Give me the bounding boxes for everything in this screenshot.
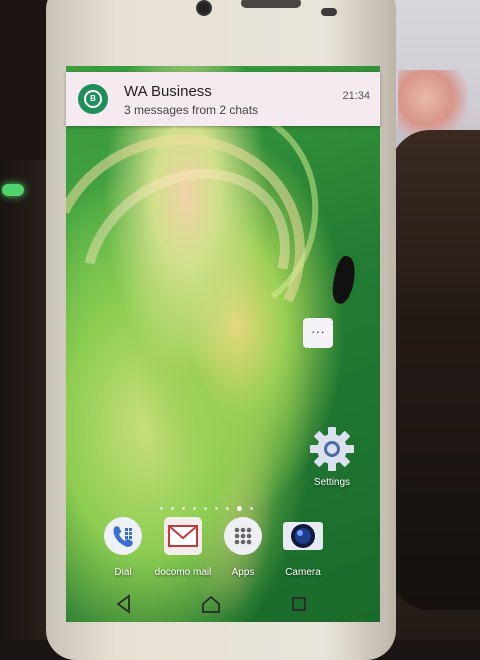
page-dot: [226, 506, 229, 510]
earpiece: [241, 0, 301, 8]
more-options-button[interactable]: ···: [303, 318, 333, 348]
dock-item-camera[interactable]: Camera: [268, 516, 338, 578]
wa-business-icon-letter: B: [84, 90, 102, 108]
notification-card[interactable]: B WA Business 3 messages from 2 chats 21…: [66, 72, 380, 126]
wa-business-icon: B: [78, 84, 108, 114]
recents-square-icon[interactable]: [287, 592, 311, 616]
page-dot: [160, 506, 163, 510]
phone-icon: [104, 517, 142, 555]
background-hand: [390, 130, 480, 610]
page-dot: [193, 506, 196, 510]
camera-icon: [283, 522, 323, 550]
home-icon[interactable]: [199, 592, 223, 616]
front-camera: [196, 0, 212, 16]
page-dot: [250, 506, 253, 510]
notification-message: 3 messages from 2 chats: [124, 103, 259, 117]
mail-icon: [164, 517, 202, 555]
notification-title: WA Business: [124, 83, 212, 100]
proximity-sensor: [321, 8, 337, 16]
page-dot: [204, 506, 207, 510]
page-dot: [182, 506, 185, 510]
apps-grid-icon: [224, 517, 262, 555]
page-dot: [171, 506, 174, 510]
settings-shortcut[interactable]: Settings: [306, 426, 358, 496]
settings-label: Settings: [313, 477, 351, 488]
navigation-bar: [66, 584, 380, 622]
page-indicator: [160, 505, 270, 511]
dock-label-camera: Camera: [285, 567, 321, 578]
back-triangle-icon[interactable]: [112, 592, 136, 616]
page-dot: [215, 506, 218, 510]
notification-time: 21:34: [342, 90, 370, 102]
background-led: [2, 184, 24, 196]
gear-icon: [310, 427, 354, 471]
page-dot-active: [237, 505, 242, 511]
